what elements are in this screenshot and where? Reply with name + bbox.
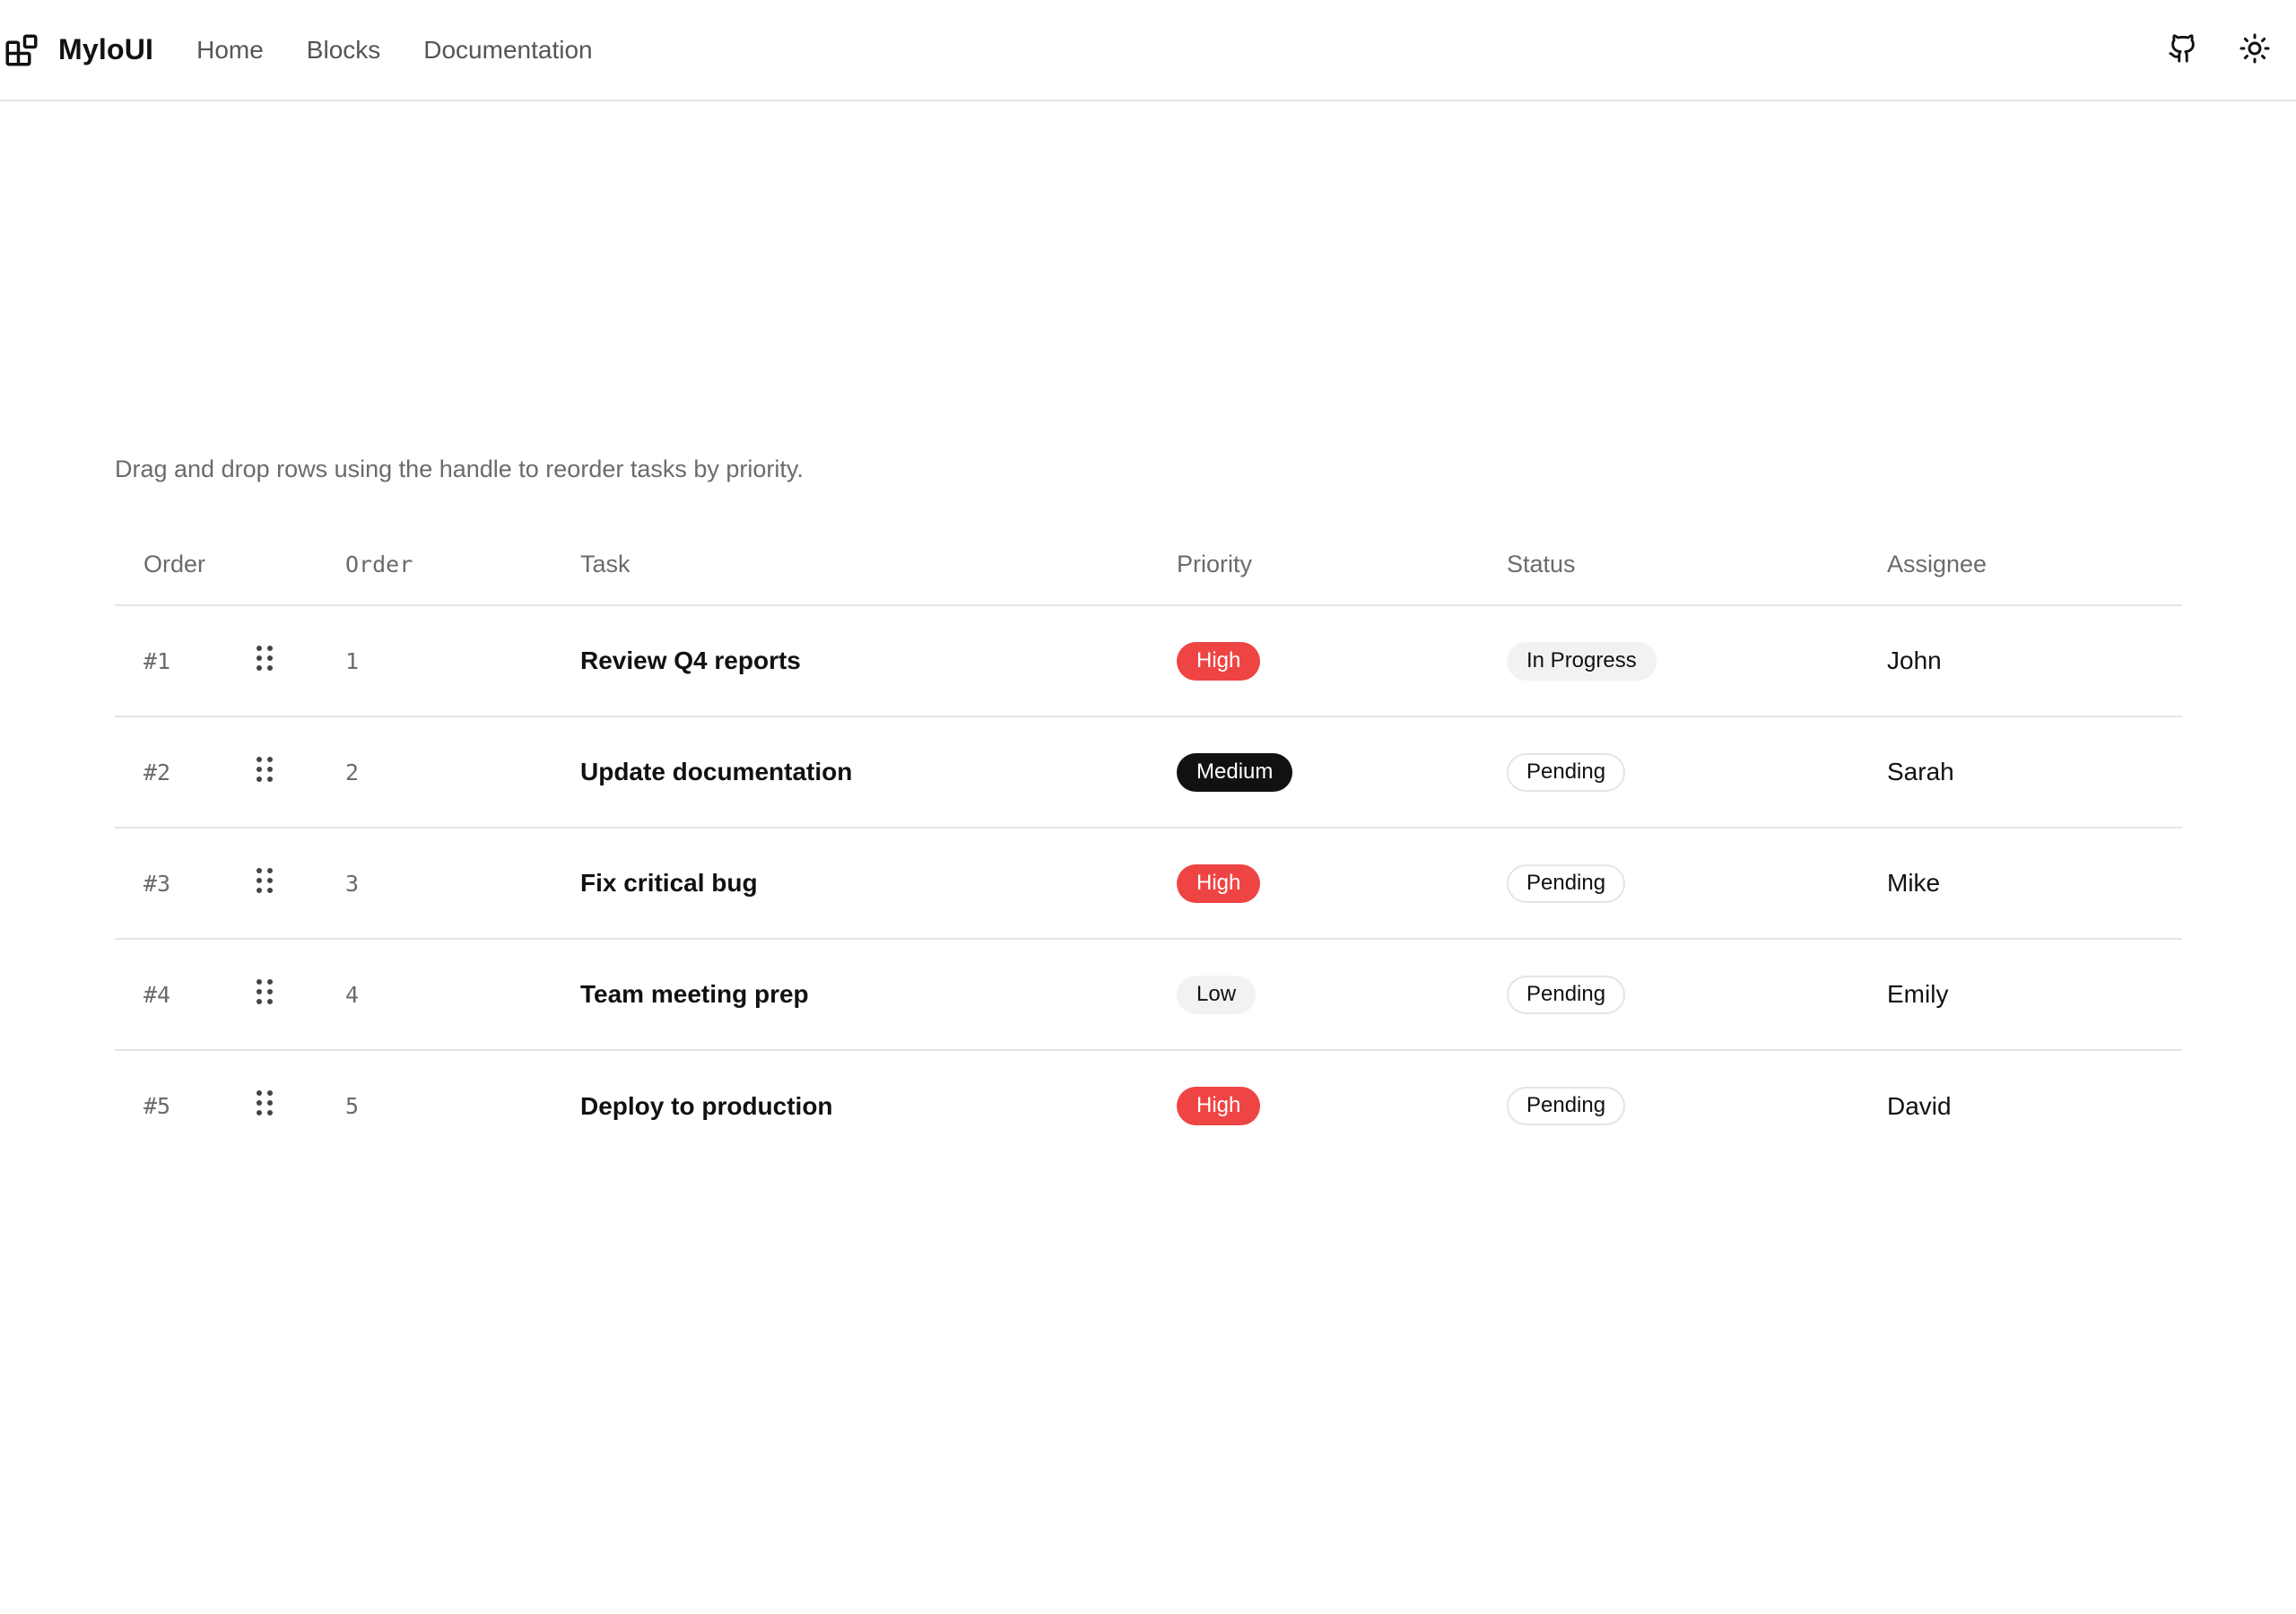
row-order: #4 — [115, 939, 256, 1051]
table-row: #4 4 Team meeting prep Low Pending Emily — [115, 939, 2182, 1051]
table-row: #1 1 Review Q4 reports High In Progress … — [115, 605, 2182, 717]
row-task: Review Q4 reports — [580, 605, 1177, 717]
priority-badge: High — [1177, 1087, 1261, 1125]
row-number: 1 — [345, 605, 580, 717]
row-order: #3 — [115, 828, 256, 940]
column-header-assignee: Assignee — [1887, 525, 2182, 606]
sun-icon — [2239, 32, 2271, 69]
nav-link-blocks[interactable]: Blocks — [307, 36, 380, 65]
priority-badge: High — [1177, 641, 1261, 681]
table-description: Drag and drop rows using the handle to r… — [115, 456, 804, 482]
theme-toggle-button[interactable] — [2228, 24, 2282, 78]
grip-vertical-icon[interactable] — [256, 1089, 274, 1116]
row-assignee: Emily — [1887, 939, 2182, 1051]
grip-vertical-icon[interactable] — [256, 978, 274, 1005]
row-order: #1 — [115, 605, 256, 717]
row-task: Fix critical bug — [580, 828, 1177, 940]
table-row: #3 3 Fix critical bug High Pending Mike — [115, 828, 2182, 940]
row-order: #2 — [115, 716, 256, 829]
grip-vertical-icon[interactable] — [256, 867, 274, 894]
column-header-status: Status — [1507, 525, 1887, 606]
column-header-priority: Priority — [1177, 525, 1507, 606]
header-actions — [2156, 0, 2296, 101]
status-badge: Pending — [1507, 975, 1626, 1014]
row-number: 3 — [345, 828, 580, 940]
column-header-handle — [256, 525, 345, 606]
row-number: 5 — [345, 1093, 360, 1119]
table-header-row: Order Order Task Priority Status Assigne… — [115, 525, 2182, 606]
nav-link-home[interactable]: Home — [196, 36, 264, 65]
row-number: 2 — [345, 716, 580, 829]
row-task: Team meeting prep — [580, 939, 1177, 1051]
row-task: Deploy to production — [580, 1091, 833, 1120]
status-badge: Pending — [1507, 863, 1626, 903]
row-order: #5 — [144, 1093, 171, 1119]
row-assignee: Sarah — [1887, 716, 2182, 829]
table-row: #2 2 Update documentation Medium Pending… — [115, 716, 2182, 829]
top-navbar: MyloUI Home Blocks Documentation — [0, 0, 2296, 101]
row-assignee: David — [1887, 1091, 1952, 1120]
row-assignee: John — [1887, 605, 2182, 717]
github-button[interactable] — [2156, 24, 2210, 78]
status-badge: Pending — [1507, 1087, 1626, 1125]
row-number: 4 — [345, 939, 580, 1051]
priority-badge: Low — [1177, 975, 1257, 1014]
blocks-icon — [3, 31, 40, 69]
priority-badge: High — [1177, 863, 1261, 903]
table-row: #5 5 Deploy to production High Pending D… — [115, 1050, 2182, 1161]
column-header-order-mono: Order — [345, 525, 580, 606]
brand-name: MyloUI — [58, 33, 154, 65]
column-header-task: Task — [580, 525, 1177, 606]
brand[interactable]: MyloUI — [3, 31, 153, 69]
column-header-order: Order — [115, 525, 256, 606]
main-nav: Home Blocks Documentation — [196, 36, 636, 65]
status-badge: Pending — [1507, 752, 1626, 792]
grip-vertical-icon[interactable] — [256, 756, 274, 783]
grip-vertical-icon[interactable] — [256, 645, 274, 672]
priority-badge: Medium — [1177, 752, 1293, 792]
nav-link-documentation[interactable]: Documentation — [423, 36, 592, 65]
row-task: Update documentation — [580, 716, 1177, 829]
sortable-task-table: Order Order Task Priority Status Assigne… — [115, 525, 2182, 1161]
row-assignee: Mike — [1887, 828, 2182, 940]
status-badge: In Progress — [1507, 641, 1657, 681]
github-icon — [2168, 33, 2198, 68]
